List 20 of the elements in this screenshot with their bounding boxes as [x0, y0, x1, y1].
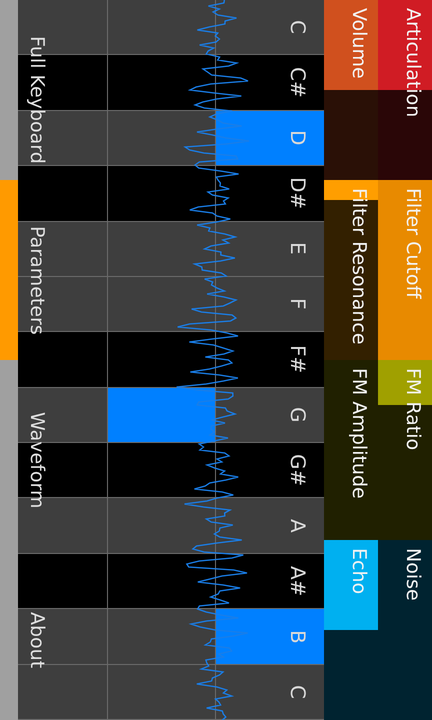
parameter-slider[interactable]: Articulation [378, 0, 432, 180]
parameter-slider[interactable]: FM Ratio [378, 360, 432, 540]
parameter-label: Filter Resonance [348, 188, 370, 345]
piano-key[interactable]: G [216, 388, 324, 444]
parameter-label: Articulation [402, 8, 424, 118]
menu-tab[interactable]: About [0, 540, 52, 720]
parameter-label: Volume [348, 8, 370, 79]
menu-tab[interactable]: Waveform [0, 360, 52, 540]
parameter-slider[interactable]: Filter Resonance [324, 180, 378, 360]
piano-key[interactable]: E [216, 222, 324, 277]
parameter-slider[interactable]: Volume [324, 0, 378, 180]
piano-key[interactable]: F [216, 276, 324, 332]
piano-key[interactable]: C [216, 664, 324, 720]
menu-tab[interactable]: Full Keyboard [0, 0, 52, 180]
piano-key[interactable]: A [216, 498, 324, 554]
menu-tab[interactable]: Parameters [0, 180, 52, 360]
parameter-label: Filter Cutoff [402, 188, 424, 299]
parameter-label: Echo [348, 548, 370, 594]
piano-key[interactable]: C [216, 0, 324, 56]
parameter-label: FM Ratio [402, 368, 424, 450]
